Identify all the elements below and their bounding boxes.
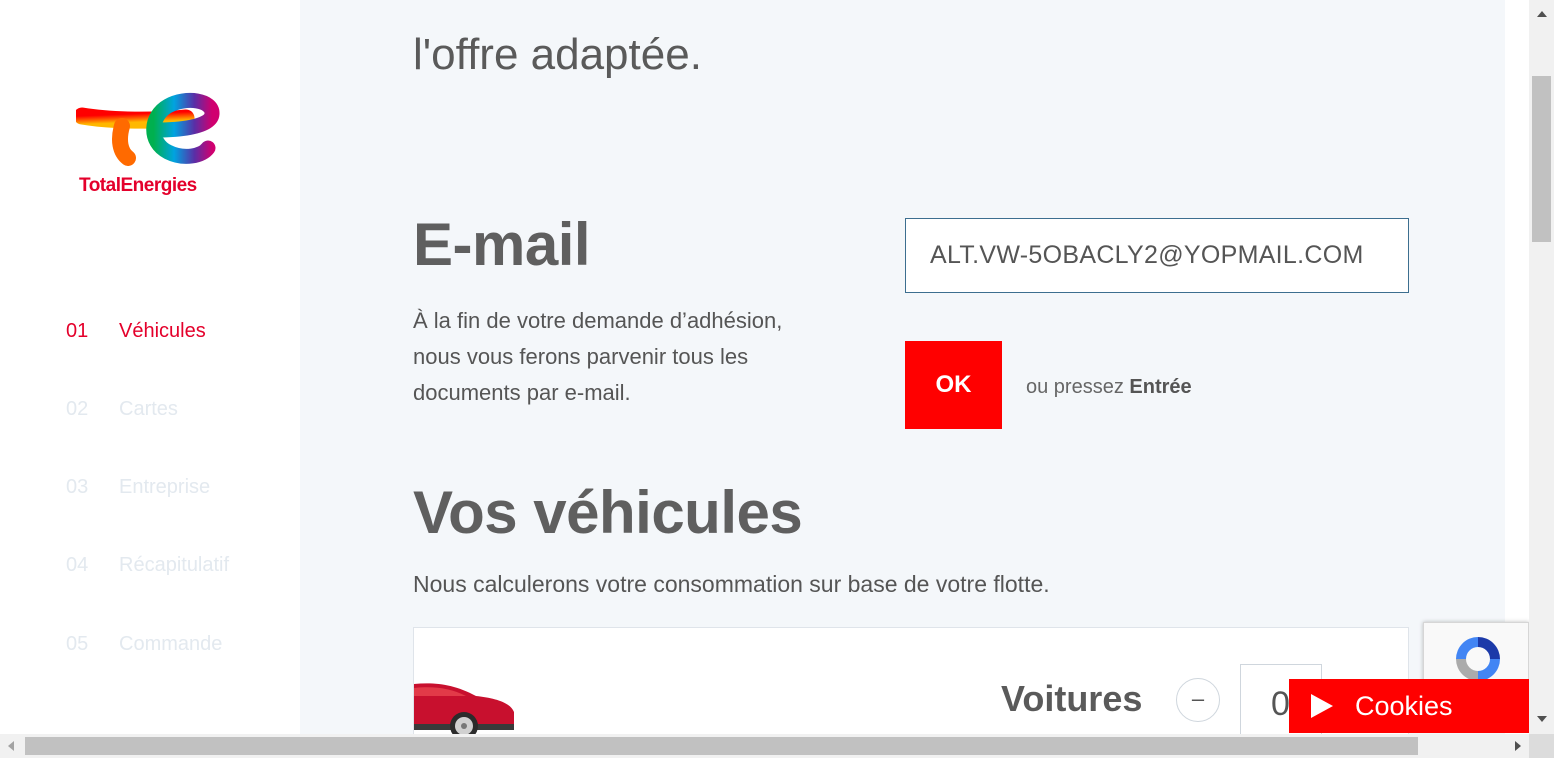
step-vehicules[interactable]: 01 Véhicules [66,318,229,344]
step-navigation: 01 Véhicules 02 Cartes 03 Entreprise 04 … [66,318,229,709]
vertical-scroll-thumb[interactable] [1532,76,1551,242]
scrollbar-corner [1529,734,1554,758]
sidebar: TotalEnergies 01 Véhicules 02 Cartes 03 … [0,0,300,734]
scroll-down-icon[interactable] [1537,716,1547,722]
cookies-button[interactable]: Cookies [1289,679,1529,733]
step-recapitulatif[interactable]: 04 Récapitulatif [66,553,229,579]
horizontal-scrollbar[interactable] [0,734,1529,758]
scroll-left-icon[interactable] [8,741,14,751]
main-content: l'offre adaptée. E-mail À la fin de votr… [300,0,1505,734]
step-label: Commande [119,632,223,655]
step-label: Récapitulatif [119,554,230,577]
vertical-scrollbar[interactable] [1529,0,1554,734]
step-label: Cartes [119,397,178,420]
scroll-right-icon[interactable] [1515,741,1521,751]
ok-button[interactable]: OK [905,341,1002,429]
decrement-button[interactable]: – [1176,678,1220,722]
vehicle-card-voitures: Voitures – 0 [413,627,1409,734]
car-icon [414,683,514,734]
vehicle-label: Voitures [1001,678,1143,719]
scroll-up-icon[interactable] [1537,11,1547,17]
email-description: À la fin de votre demande d’adhésion, no… [413,308,783,405]
email-section-title: E-mail [413,211,591,278]
cookies-label: Cookies [1355,690,1453,721]
email-field[interactable] [905,218,1409,293]
step-number: 04 [66,554,89,577]
horizontal-scroll-thumb[interactable] [25,737,1418,755]
step-number: 02 [66,397,89,420]
step-number: 05 [66,632,89,655]
enter-hint-prefix: ou pressez [1026,376,1124,398]
enter-hint: ou pressez Entrée [1026,376,1192,399]
totalenergies-logo-icon [76,92,220,166]
step-entreprise[interactable]: 03 Entreprise [66,475,229,501]
play-icon [1311,694,1333,718]
vehicles-section-title: Vos véhicules [413,479,803,546]
vehicles-description: Nous calculerons votre consommation sur … [413,571,1050,597]
step-label: Entreprise [119,476,211,499]
brand-name: TotalEnergies [79,175,197,196]
step-commande[interactable]: 05 Commande [66,631,229,657]
enter-hint-key: Entrée [1129,376,1192,398]
intro-lead: l'offre adaptée. [413,30,702,79]
step-number: 03 [66,476,89,499]
step-cartes[interactable]: 02 Cartes [66,396,229,422]
step-number: 01 [66,319,89,342]
step-label: Véhicules [119,319,206,342]
totalenergies-logo[interactable]: TotalEnergies [76,90,226,200]
